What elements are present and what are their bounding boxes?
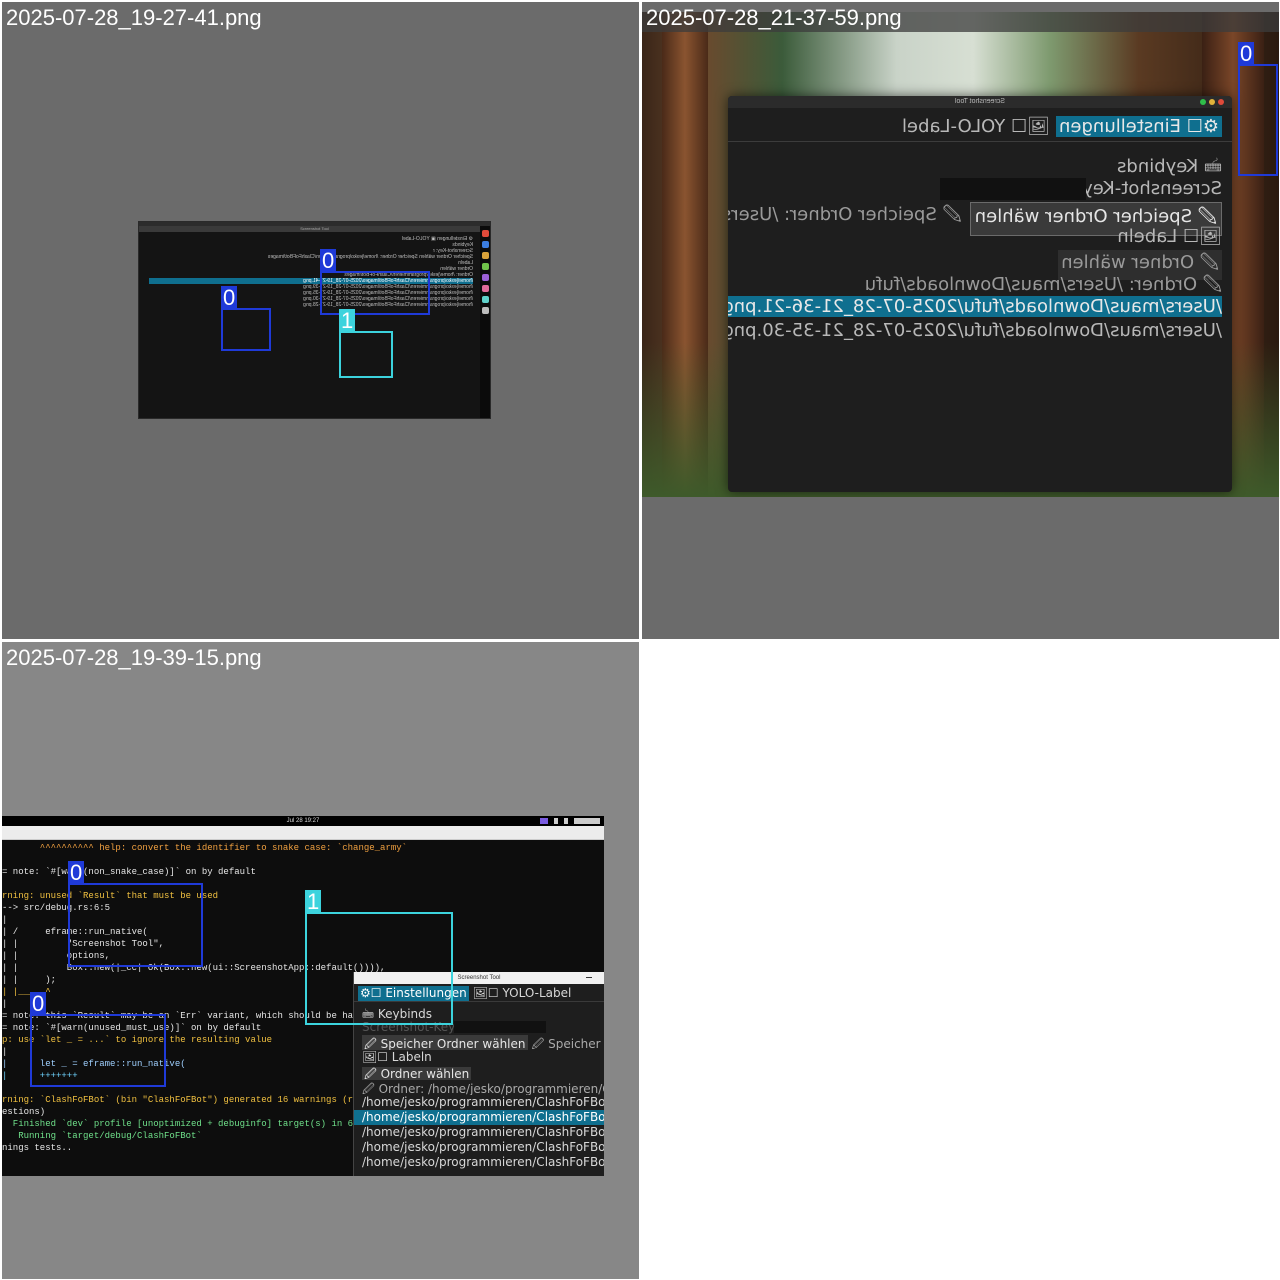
image-tile-1[interactable]: 2025-07-28_19-27-41.png Screenshot Tool … — [2, 2, 639, 639]
bounding-box[interactable]: 0 — [221, 286, 271, 351]
bounding-box[interactable]: 0 — [68, 861, 203, 967]
window-titlebar[interactable]: Screenshot Tool — [728, 96, 1232, 108]
terminal-line: ^^^^^^^^^^ help: convert the identifier … — [2, 843, 408, 853]
minimize-button[interactable] — [1209, 99, 1215, 105]
screenshot-key-label: Screenshot-Key: r — [1064, 178, 1222, 199]
class-label: 0 — [221, 285, 238, 310]
choose-folder-row: 🖉 Ordner wählen — [354, 1065, 604, 1080]
file-list-item[interactable]: /home/jesko/programmieren/ClashFoFBot/im — [354, 1140, 604, 1155]
window-body: ⚙☐ Einstellungen 🖼☐ YOLO-Label 🖮 Keybind… — [728, 108, 1232, 492]
dock-icon[interactable] — [481, 263, 489, 270]
mirrored-content: ⚙☐ Einstellungen 🖼☐ YOLO-Label 🖮 Keybind… — [728, 108, 1232, 492]
file-list-item[interactable]: /home/jesko/programmieren/ClashFoFBot/im — [354, 1155, 604, 1170]
clock: Jul 28 19:27 — [286, 818, 320, 824]
bounding-box[interactable]: 0 — [320, 249, 430, 315]
dock-icon[interactable] — [481, 274, 489, 281]
file-list-item-selected[interactable]: /home/jesko/programmieren/ClashFoFBot/im — [354, 1110, 604, 1125]
app-window[interactable]: Screenshot Tool ⚙☐ Einstellungen 🖼☐ YOLO… — [728, 96, 1232, 492]
class-label: 0 — [1238, 41, 1255, 66]
bounding-box[interactable]: 0 — [30, 992, 166, 1087]
save-folder-path: 🖉 Speicher Ordner: /Users/maus — [728, 204, 962, 225]
desktop-screenshot: Jul 28 19:27 ^^^^^^^^^^ help: convert th… — [2, 816, 604, 1176]
dock-icon[interactable] — [481, 285, 489, 292]
empty-tile — [642, 642, 1279, 1279]
dock-icon[interactable] — [481, 296, 489, 303]
dock-icon[interactable] — [481, 307, 489, 314]
class-label: 0 — [30, 991, 47, 1016]
folder-path: 🖉 Ordner: /home/jesko/programmieren/Clas… — [362, 1082, 604, 1095]
dock-icon[interactable] — [481, 230, 489, 237]
class-label: 0 — [320, 248, 337, 273]
choose-folder-button[interactable]: 🖉 Ordner wählen — [362, 1067, 472, 1080]
dock-icon[interactable] — [481, 241, 489, 248]
close-button[interactable] — [1218, 99, 1224, 105]
file-list-item-selected[interactable]: /Users/maus/Downloads/fufu/2025-07-28_21… — [728, 296, 1222, 317]
screenshot-thumbnail: Screenshot Tool ⚙ Einstellungen ▣ YOLO-L… — [138, 221, 491, 419]
bounding-box[interactable]: 1 — [339, 309, 393, 378]
label-header[interactable]: 🖼☐ Labeln — [1117, 226, 1222, 247]
save-folder-row: 🖉 Speicher Ordner wählen 🖉 Speicher Ordn… — [354, 1035, 604, 1050]
divider — [728, 141, 1232, 142]
minimize-button[interactable] — [586, 977, 592, 978]
label-header[interactable]: 🖼☐ Labeln — [354, 1050, 604, 1065]
terminal-line: = note: `#[warn(non_snake_case)]` on by … — [2, 867, 256, 877]
window-titlebar: Screenshot Tool — [139, 226, 490, 232]
screenshot-key-field[interactable] — [454, 1021, 546, 1033]
tab-yolo-label[interactable]: 🖼☐ YOLO-Label — [902, 116, 1050, 137]
terminal-titlebar[interactable] — [2, 826, 604, 840]
system-topbar: Jul 28 19:27 — [2, 816, 604, 826]
image-filename: 2025-07-28_19-27-41.png — [6, 5, 262, 30]
bounding-box[interactable]: 0 — [1238, 42, 1278, 176]
file-list-item[interactable]: /Users/maus/Downloads/fufu/2025-07-28_21… — [728, 320, 1222, 341]
tab-yolo-label[interactable]: 🖼☐ YOLO-Label — [473, 986, 572, 1001]
class-label: 1 — [339, 308, 356, 333]
class-label: 1 — [305, 889, 322, 914]
screenshot-key-field[interactable] — [940, 178, 1086, 200]
image-tile-3[interactable]: 2025-07-28_19-39-15.png Jul 28 19:27 ^^^… — [2, 642, 639, 1279]
tray-icons — [540, 818, 600, 824]
save-folder-path: 🖉 Speicher Ordne — [531, 1037, 604, 1050]
file-list-item[interactable]: /home/jesko/programmieren/ClashFoFBot/im — [354, 1125, 604, 1140]
tab-bar: ⚙☐ Einstellungen 🖼☐ YOLO-Label — [902, 116, 1222, 137]
maximize-button[interactable] — [1200, 99, 1206, 105]
file-list-item[interactable]: /home/jesko/programmieren/ClashFoFBot/im — [354, 1095, 604, 1110]
bounding-box[interactable]: 1 — [305, 890, 453, 1025]
image-filename: 2025-07-28_21-37-59.png — [646, 5, 902, 30]
image-tile-2[interactable]: Screenshot Tool ⚙☐ Einstellungen 🖼☐ YOLO… — [642, 2, 1279, 639]
dock-icon[interactable] — [481, 252, 489, 259]
image-filename: 2025-07-28_19-39-15.png — [6, 645, 262, 670]
choose-save-folder-button[interactable]: 🖉 Speicher Ordner wählen — [362, 1035, 528, 1050]
gray-padding — [642, 497, 1279, 639]
class-label: 0 — [68, 860, 85, 885]
window-title: Screenshot Tool — [954, 98, 1006, 105]
tab-einstellungen[interactable]: ⚙☐ Einstellungen — [1055, 116, 1222, 137]
dock — [480, 226, 490, 418]
